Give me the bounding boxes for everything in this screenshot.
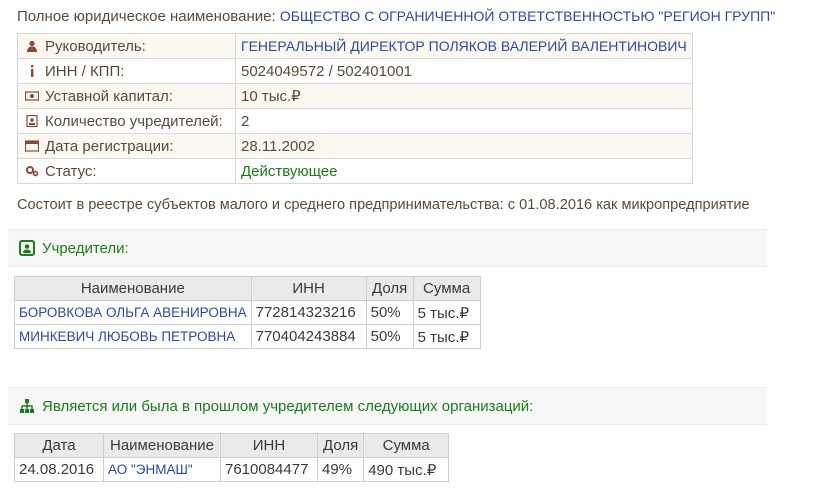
founder-share: 50% bbox=[365, 324, 414, 349]
table-row: 24.08.2016 АО "ЭНМАШ" 7610084477 49% 490… bbox=[14, 457, 450, 482]
person-icon bbox=[27, 40, 37, 52]
founders-col-share: Доля bbox=[365, 276, 414, 301]
director-label: Руководитель: bbox=[45, 37, 146, 55]
table-row: БОРОВКОВА ОЛЬГА АВЕНИРОВНА 772814323216 … bbox=[14, 300, 481, 325]
founders-col-inn: ИНН bbox=[250, 276, 367, 301]
founders-table: Наименование ИНН Доля Сумма БОРОВКОВА ОЛ… bbox=[14, 276, 481, 349]
orgs-title: Является или была в прошлом учредителем … bbox=[42, 397, 534, 415]
founder-inn: 772814323216 bbox=[250, 300, 367, 325]
calendar-card-icon bbox=[25, 139, 39, 152]
founders-col-name: Наименование bbox=[14, 276, 252, 301]
org-date: 24.08.2016 bbox=[14, 457, 104, 482]
founders-title: Учредители: bbox=[42, 239, 129, 257]
full-name-value: ОБЩЕСТВО С ОГРАНИЧЕННОЙ ОТВЕТСТВЕННОСТЬЮ… bbox=[279, 8, 776, 24]
status-value: Действующее bbox=[235, 158, 693, 184]
founders-col-sum: Сумма bbox=[412, 276, 481, 301]
founder-sum: 5 тыс.₽ bbox=[412, 300, 481, 325]
gears-icon bbox=[26, 165, 39, 176]
orgs-col-inn: ИНН bbox=[220, 433, 318, 458]
capital-label: Уставной капитал: bbox=[45, 87, 173, 105]
capital-value: 10 тыс.₽ bbox=[235, 83, 693, 109]
org-share: 49% bbox=[316, 457, 365, 482]
founders-header-row: Наименование ИНН Доля Сумма bbox=[14, 276, 481, 301]
id-badge-icon bbox=[26, 114, 38, 127]
org-inn: 7610084477 bbox=[220, 457, 318, 482]
sitemap-icon bbox=[20, 399, 34, 413]
founders-count-value: 2 bbox=[235, 108, 693, 134]
info-row-inn: ИНН / КПП: 5024049572 / 502401001 bbox=[17, 58, 693, 84]
orgs-col-sum: Сумма bbox=[363, 433, 450, 458]
orgs-header-row: Дата Наименование ИНН Доля Сумма bbox=[14, 433, 450, 458]
orgs-col-name: Наименование bbox=[103, 433, 221, 458]
founders-section-header: Учредители: bbox=[8, 229, 767, 267]
company-info-table: Руководитель: ГЕНЕРАЛЬНЫЙ ДИРЕКТОР ПОЛЯК… bbox=[17, 33, 693, 184]
info-row-director: Руководитель: ГЕНЕРАЛЬНЫЙ ДИРЕКТОР ПОЛЯК… bbox=[17, 33, 693, 59]
founders-count-label: Количество учредителей: bbox=[45, 112, 223, 130]
full-name-line: Полное юридическое наименование: ОБЩЕСТВ… bbox=[17, 8, 775, 25]
full-name-label: Полное юридическое наименование: bbox=[17, 8, 276, 25]
founder-share: 50% bbox=[365, 300, 414, 325]
registration-date-label: Дата регистрации: bbox=[45, 137, 174, 155]
founder-sum: 5 тыс.₽ bbox=[412, 324, 481, 349]
org-sum: 490 тыс.₽ bbox=[363, 457, 450, 482]
inn-value: 5024049572 / 502401001 bbox=[235, 58, 693, 84]
info-row-capital: Уставной капитал: 10 тыс.₽ bbox=[17, 83, 693, 109]
org-link[interactable]: АО "ЭНМАШ" bbox=[108, 462, 193, 477]
info-row-status: Статус: Действующее bbox=[17, 158, 693, 184]
money-icon bbox=[25, 90, 39, 101]
table-row: МИНКЕВИЧ ЛЮБОВЬ ПЕТРОВНА 770404243884 50… bbox=[14, 324, 481, 349]
founder-link[interactable]: БОРОВКОВА ОЛЬГА АВЕНИРОВНА bbox=[19, 305, 247, 320]
director-link[interactable]: ГЕНЕРАЛЬНЫЙ ДИРЕКТОР ПОЛЯКОВ ВАЛЕРИЙ ВАЛ… bbox=[241, 38, 687, 54]
orgs-col-share: Доля bbox=[316, 433, 365, 458]
orgs-section-header: Является или была в прошлом учредителем … bbox=[8, 387, 767, 425]
info-row-registration-date: Дата регистрации: 28.11.2002 bbox=[17, 133, 693, 159]
registration-date-value: 28.11.2002 bbox=[235, 133, 693, 159]
inn-label: ИНН / КПП: bbox=[45, 62, 125, 80]
orgs-col-date: Дата bbox=[14, 433, 104, 458]
info-icon bbox=[31, 64, 34, 77]
info-row-founders-count: Количество учредителей: 2 bbox=[17, 108, 693, 134]
founder-link[interactable]: МИНКЕВИЧ ЛЮБОВЬ ПЕТРОВНА bbox=[19, 329, 235, 344]
status-label: Статус: bbox=[45, 162, 97, 180]
id-card-icon bbox=[19, 240, 35, 256]
founder-inn: 770404243884 bbox=[250, 324, 367, 349]
sme-registry-note: Состоит в реестре субъектов малого и сре… bbox=[17, 197, 750, 213]
orgs-table: Дата Наименование ИНН Доля Сумма 24.08.2… bbox=[14, 433, 450, 482]
